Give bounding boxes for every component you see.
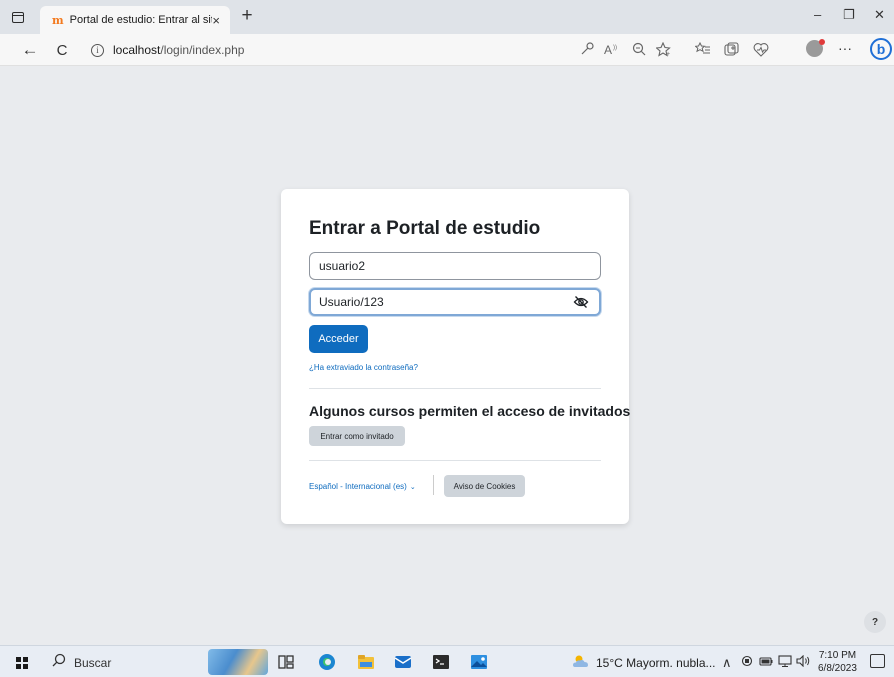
page-title: Entrar a Portal de estudio	[309, 218, 541, 239]
key-icon[interactable]	[580, 42, 594, 56]
zoom-icon[interactable]	[632, 42, 646, 56]
clock-time: 7:10 PM	[818, 650, 857, 661]
divider	[309, 460, 601, 461]
browser-tab-active[interactable]: m Portal de estudio: Entrar al sitio ×	[40, 6, 230, 34]
battery-icon[interactable]	[759, 655, 773, 667]
search-highlight-image[interactable]	[208, 649, 268, 675]
divider	[309, 388, 601, 389]
username-value: usuario2	[319, 259, 366, 273]
toggle-password-visibility-icon[interactable]	[573, 294, 589, 310]
language-label: Español - Internacional (es)	[309, 482, 407, 491]
refresh-button[interactable]: C	[50, 38, 74, 62]
guest-login-button[interactable]: Entrar como invitado	[309, 426, 405, 446]
language-selector[interactable]: Español - Internacional (es) ⌄	[309, 482, 416, 491]
profile-icon[interactable]	[806, 39, 825, 57]
browser-tab-bar: m Portal de estudio: Entrar al sitio × +…	[0, 0, 894, 34]
collections-icon[interactable]	[724, 42, 739, 57]
tab-title: Portal de estudio: Entrar al sitio	[69, 14, 213, 26]
clock-date: 6/8/2023	[818, 663, 857, 674]
svg-text:+: +	[666, 51, 670, 57]
favorites-list-icon[interactable]	[695, 42, 711, 56]
network-icon[interactable]	[778, 655, 792, 667]
weather-cloud-icon[interactable]	[572, 654, 590, 668]
clock[interactable]: 7:10 PM 6/8/2023	[818, 649, 857, 675]
file-explorer-icon[interactable]	[357, 653, 375, 671]
windows-start-icon[interactable]	[16, 657, 28, 669]
edge-browser-icon[interactable]	[318, 653, 336, 671]
password-field[interactable]: Usuario/123	[309, 288, 601, 316]
volume-icon[interactable]	[796, 655, 812, 667]
forgot-password-link[interactable]: ¿Ha extraviado la contraseña?	[309, 363, 418, 372]
photos-icon[interactable]	[470, 653, 488, 671]
meet-now-icon[interactable]	[741, 655, 753, 668]
help-button[interactable]: ?	[864, 611, 886, 633]
more-menu-icon[interactable]: ···	[838, 40, 852, 56]
info-icon[interactable]: i	[91, 43, 104, 57]
task-view-icon[interactable]	[277, 653, 295, 671]
taskbar: Buscar 15°C Mayorm. nubla... ∧ 7:10 PM 6…	[0, 645, 894, 677]
cookies-notice-button[interactable]: Aviso de Cookies	[444, 475, 525, 497]
favorite-star-icon[interactable]: +	[656, 42, 672, 57]
tab-actions-icon[interactable]	[6, 5, 30, 29]
moodle-favicon-icon: m	[52, 13, 64, 27]
mail-icon[interactable]	[394, 653, 412, 671]
svg-text:)): ))	[613, 45, 617, 51]
login-button[interactable]: Acceder	[309, 325, 368, 353]
new-tab-button[interactable]: +	[236, 4, 258, 28]
read-aloud-icon[interactable]: A))	[604, 42, 620, 56]
search-icon[interactable]	[52, 653, 66, 667]
password-value: Usuario/123	[319, 295, 384, 309]
guest-access-heading: Algunos cursos permiten el acceso de inv…	[309, 403, 631, 419]
back-button[interactable]: ←	[18, 38, 42, 62]
chevron-down-icon: ⌄	[409, 484, 416, 491]
close-window-button[interactable]: ✕	[874, 7, 885, 23]
address-bar: ← C i localhost/login/index.php A)) + ··…	[0, 34, 894, 66]
tray-overflow-chevron-icon[interactable]: ∧	[722, 655, 732, 671]
url-host: localhost	[113, 43, 161, 57]
login-card: Entrar a Portal de estudio usuario2 Usua…	[281, 189, 631, 524]
minimize-button[interactable]: –	[814, 7, 821, 22]
username-field[interactable]: usuario2	[309, 252, 601, 280]
weather-text[interactable]: 15°C Mayorm. nubla...	[596, 656, 716, 670]
svg-text:A: A	[604, 43, 612, 56]
terminal-icon[interactable]	[432, 653, 450, 671]
browser-essentials-icon[interactable]	[753, 42, 769, 57]
notifications-icon[interactable]	[870, 654, 885, 668]
tab-close-icon[interactable]: ×	[212, 13, 220, 28]
bing-copilot-icon[interactable]: b	[870, 38, 892, 60]
restore-button[interactable]: ❐	[843, 7, 855, 23]
url-path: /login/index.php	[160, 43, 245, 57]
separator	[433, 475, 434, 495]
taskbar-search-label[interactable]: Buscar	[74, 656, 111, 670]
